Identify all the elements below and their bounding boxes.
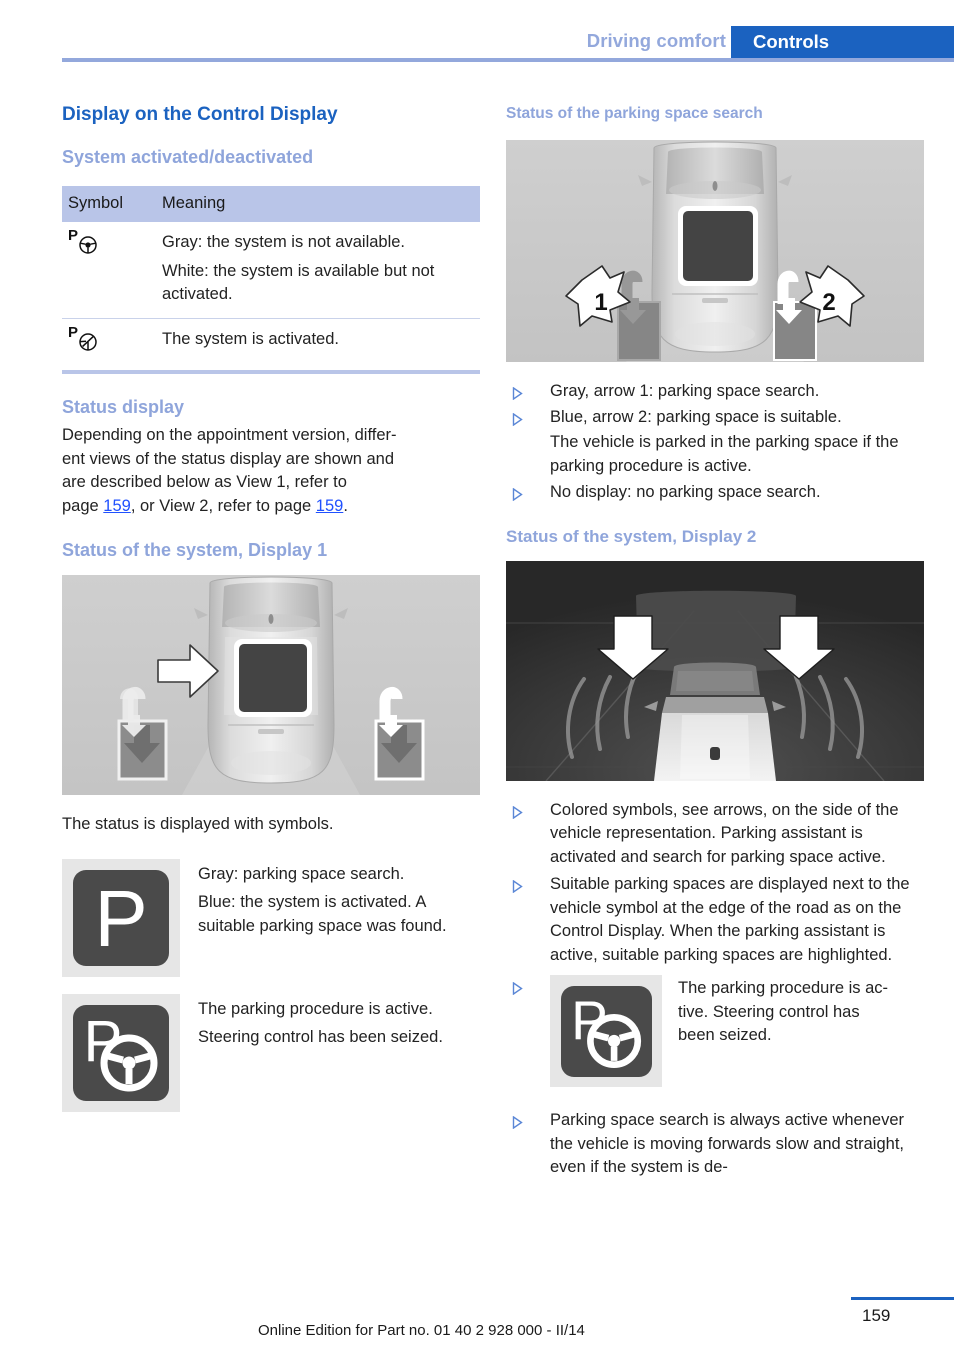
p-letter: P	[68, 323, 79, 341]
icon-text-line-3: been seized.	[678, 1026, 772, 1044]
p-steering-wheel-glyph: P	[571, 989, 641, 1068]
list-item-text: Suitable parking spaces are displayed ne…	[550, 875, 910, 964]
top-down-vehicle-illustration	[62, 575, 480, 795]
symbol-cell: P	[62, 222, 156, 319]
symbol-explanation-p-text: Gray: parking space search. Blue: the sy…	[180, 859, 480, 977]
list-item: Gray, arrow 1: parking space search.	[506, 380, 924, 404]
triangle-bullet-icon	[512, 410, 523, 426]
parking-search-bullets: Gray, arrow 1: parking space search. Blu…	[506, 380, 924, 505]
list-item: Suitable parking spaces are displayed ne…	[506, 873, 924, 967]
callout-2-label: 2	[822, 289, 835, 316]
callout-1-label: 1	[594, 289, 607, 316]
parking-p-steering-wheel-icon: P	[550, 975, 662, 1087]
page-link-159-b[interactable]: 159	[316, 497, 344, 515]
status-line-3: are described below as View 1, refer to	[62, 473, 347, 491]
header-rule	[62, 58, 954, 62]
triangle-bullet-icon	[512, 485, 523, 502]
list-item-text: The vehicle is parked in the parking spa…	[550, 433, 899, 475]
meaning-line: White: the system is available but not a…	[162, 261, 435, 304]
list-item: No display: no parking space search.	[506, 481, 924, 505]
header-chapter-label: Driving comfort	[586, 30, 726, 51]
triangle-bullet-icon	[512, 979, 523, 996]
steering-wheel-glyph	[79, 236, 97, 254]
p-steering-wheel-glyph: P	[84, 1009, 158, 1091]
triangle-bullet-icon	[512, 877, 523, 894]
list-item-text: Colored symbols, see arrows, on the side…	[550, 800, 899, 866]
p-glyph: P	[94, 876, 147, 960]
display-2-bullets: Colored symbols, see arrows, on the side…	[506, 799, 924, 1180]
figure-1-caption: The status is displayed with symbols.	[62, 815, 334, 833]
heading-system-activated: System activated/deactivated	[62, 147, 314, 167]
meaning-line: Gray: the system is not available.	[162, 233, 406, 251]
symbol-explanation-p-wheel-text: The parking procedure is active. Steerin…	[180, 994, 443, 1112]
icon-text-line-1: The parking procedure is ac-	[678, 979, 889, 997]
footer-edition-text: Online Edition for Part no. 01 40 2 928 …	[258, 1322, 585, 1339]
status-display-paragraph: Depending on the appointment version, di…	[62, 424, 480, 518]
page-link-159-a[interactable]: 159	[103, 497, 131, 515]
list-item: Colored symbols, see arrows, on the side…	[506, 799, 924, 870]
list-item-text: No display: no parking space search.	[550, 483, 821, 501]
status-line-4a: page	[62, 496, 104, 515]
status-line-4b: , or View 2, refer to page	[130, 496, 316, 515]
list-item-text: Blue, arrow 2: parking space is suitable…	[550, 407, 842, 426]
svg-text:P: P	[94, 876, 147, 960]
left-column-flow: Display on the Control Display System ac…	[62, 103, 480, 1112]
figure-display-2	[506, 560, 924, 781]
heading-status-display: Status display	[62, 397, 185, 417]
heading-display-2: Status of the system, Display 2	[506, 526, 757, 546]
list-item: Blue, arrow 2: parking space is suitable…	[506, 406, 924, 430]
night-perspective-illustration	[506, 560, 924, 781]
page-number: 159	[862, 1306, 891, 1325]
symbol-explanation-p-wheel: P The parking procedure is active. Steer…	[62, 993, 480, 1112]
table-header-row: Symbol Meaning	[62, 186, 480, 222]
manual-page: Driving comfort Controls Display on the …	[0, 0, 954, 1354]
p-letter: P	[68, 227, 79, 244]
top-down-vehicle-callouts-illustration: 1 2	[506, 140, 924, 362]
p-steering-wheel-icon: P	[68, 227, 112, 257]
status-line-4c: .	[343, 496, 348, 515]
meaning-cell: The system is activated.	[156, 318, 480, 374]
list-item-with-icon-text: The parking procedure is ac- tive. Steer…	[662, 975, 888, 1048]
icon-text-line-2: tive. Steering control has	[678, 1002, 860, 1021]
footer-rule	[851, 1297, 954, 1300]
triangle-bullet-icon	[512, 1113, 523, 1130]
heading-display-1: Status of the system, Display 1	[62, 540, 328, 560]
meaning-cell: Gray: the system is not available. White…	[156, 222, 480, 319]
list-item-with-icon: P The parking procedure is ac- tive. Ste…	[506, 975, 924, 1095]
symbol-meaning-table: Symbol Meaning P Gray: the system is not…	[62, 186, 480, 374]
right-column-flow: Status of the parking space search 1 2 G…	[506, 104, 924, 1182]
list-item-text: Gray, arrow 1: parking space search.	[550, 382, 820, 400]
p-wheel-line-1: The parking procedure is active.	[198, 999, 433, 1018]
symbol-cell: P	[62, 318, 156, 374]
heading-parking-space-search: Status of the parking space search	[506, 105, 763, 122]
header-section-tab: Controls	[731, 26, 954, 58]
parking-p-steering-wheel-icon: P	[62, 993, 180, 1112]
table-row: P Gray: the system is not available. Whi…	[62, 222, 480, 319]
figure-parking-space-search: 1 2	[506, 140, 924, 362]
symbol-explanation-p: P Gray: parking space search. Blue: the …	[62, 858, 480, 977]
header-section-tab-label: Controls	[753, 31, 830, 52]
list-item: Parking space search is always active wh…	[506, 1109, 924, 1180]
running-header: Driving comfort Controls	[0, 0, 954, 62]
parking-p-icon: P	[62, 858, 180, 977]
triangle-bullet-icon	[512, 803, 523, 819]
table-row: P The system is activated.	[62, 318, 480, 374]
triangle-bullet-icon	[512, 384, 523, 401]
meaning-line: The system is activated.	[162, 329, 339, 348]
list-item-text: Parking space search is always active wh…	[550, 1111, 905, 1176]
column-header-meaning: Meaning	[156, 186, 480, 222]
p-steering-wheel-slashed-icon: P	[68, 323, 112, 354]
list-item-continuation: The vehicle is parked in the parking spa…	[506, 431, 924, 478]
figure-display-1	[62, 575, 480, 795]
steering-wheel-slashed-glyph	[79, 332, 97, 351]
p-line-2: Blue: the system is activated. A suitabl…	[198, 893, 447, 935]
status-line-2: ent views of the status display are show…	[62, 449, 395, 468]
column-header-symbol: Symbol	[62, 186, 156, 222]
page-title: Display on the Control Display	[62, 104, 338, 125]
status-line-1: Depending on the appointment version, di…	[62, 426, 397, 444]
p-line-1: Gray: parking space search.	[198, 864, 405, 883]
p-wheel-line-2: Steering control has been seized.	[198, 1028, 443, 1046]
